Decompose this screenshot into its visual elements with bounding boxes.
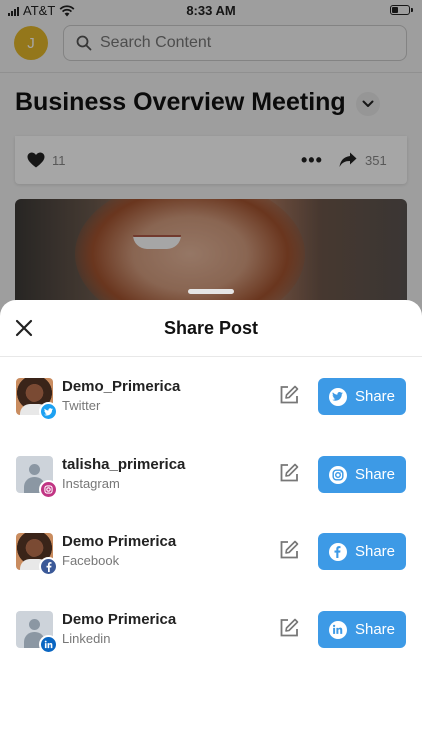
share-sheet: Share Post Demo_Primerica Twitter Share …	[0, 289, 422, 750]
twitter-icon	[39, 402, 58, 421]
account-name: Demo Primerica	[62, 611, 177, 628]
share-account-row: Demo Primerica Facebook Share	[0, 533, 422, 593]
edit-icon[interactable]	[278, 384, 300, 406]
facebook-icon	[39, 557, 58, 576]
edit-icon[interactable]	[278, 539, 300, 561]
share-twitter-button[interactable]: Share	[318, 378, 406, 415]
share-button-label: Share	[354, 621, 396, 638]
account-network: Twitter	[62, 398, 101, 413]
facebook-icon	[328, 542, 347, 561]
share-button-label: Share	[354, 466, 396, 483]
account-network: Instagram	[62, 476, 120, 491]
linkedin-icon	[328, 620, 347, 639]
account-name: Demo_Primerica	[62, 378, 181, 395]
linkedin-icon	[39, 635, 58, 654]
account-name: Demo Primerica	[62, 533, 177, 550]
share-account-row: talisha_primerica Instagram Share	[0, 456, 422, 516]
share-instagram-button[interactable]: Share	[318, 456, 406, 493]
edit-icon[interactable]	[278, 462, 300, 484]
sheet-divider	[0, 356, 422, 357]
share-facebook-button[interactable]: Share	[318, 533, 406, 570]
instagram-icon	[328, 465, 347, 484]
share-account-row: Demo Primerica Linkedin Share	[0, 611, 422, 671]
edit-icon[interactable]	[278, 617, 300, 639]
twitter-icon	[328, 387, 347, 406]
share-button-label: Share	[354, 388, 396, 405]
account-network: Facebook	[62, 553, 120, 568]
account-name: talisha_primerica	[62, 456, 186, 473]
share-account-row: Demo_Primerica Twitter Share	[0, 378, 422, 438]
sheet-grabber[interactable]	[188, 289, 234, 294]
share-button-label: Share	[354, 543, 396, 560]
sheet-title: Share Post	[163, 318, 259, 338]
share-linkedin-button[interactable]: Share	[318, 611, 406, 648]
instagram-icon	[39, 480, 58, 499]
account-network: Linkedin	[62, 631, 111, 646]
